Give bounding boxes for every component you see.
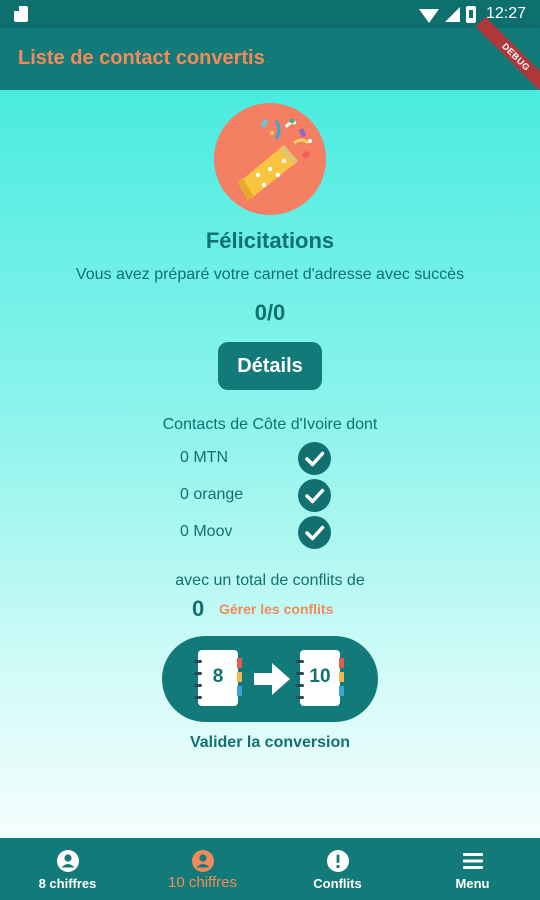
alert-circle-icon bbox=[327, 850, 349, 872]
operator-row-moov: 0 Moov bbox=[180, 515, 340, 549]
operator-label: 0 orange bbox=[180, 486, 244, 503]
from-digits: 8 bbox=[212, 666, 224, 687]
page-title: Liste de contact convertis bbox=[18, 47, 265, 69]
status-indicators: 12:27 bbox=[418, 4, 526, 24]
validate-conversion-button[interactable]: 8 10 bbox=[162, 636, 378, 722]
operator-label: 0 MTN bbox=[180, 449, 228, 466]
contacts-heading: Contacts de Côte d'Ivoire dont bbox=[162, 416, 378, 433]
party-popper-illustration bbox=[214, 103, 326, 215]
nav-item-10-chiffres[interactable]: 10 chiffres bbox=[135, 838, 270, 900]
menu-icon bbox=[463, 853, 483, 869]
wifi-icon bbox=[418, 9, 439, 23]
check-circle-icon bbox=[298, 516, 331, 549]
congratulations-heading: Félicitations bbox=[205, 228, 335, 253]
conflicts-summary: avec un total de conflits de bbox=[175, 572, 365, 589]
operator-row-mtn: 0 MTN bbox=[180, 441, 340, 475]
check-circle-icon bbox=[298, 479, 331, 512]
bottom-navigation: 8 chiffres 10 chiffres Conflits Menu bbox=[0, 838, 540, 900]
nav-label: 8 chiffres bbox=[38, 876, 97, 891]
account-circle-icon bbox=[192, 850, 214, 872]
success-message: Vous avez préparé votre carnet d'adresse… bbox=[75, 266, 465, 283]
check-circle-icon bbox=[298, 442, 331, 475]
conflict-count: 0 bbox=[192, 596, 205, 621]
arrow-right-icon bbox=[254, 663, 290, 695]
validate-conversion-label[interactable]: Valider la conversion bbox=[0, 734, 540, 752]
to-digits: 10 bbox=[309, 666, 331, 687]
converted-count: 0/0 bbox=[254, 300, 286, 325]
account-circle-icon bbox=[57, 850, 79, 872]
nav-label: 10 chiffres bbox=[168, 874, 237, 891]
nav-label: Menu bbox=[455, 876, 490, 891]
operator-row-orange: 0 orange bbox=[180, 478, 340, 512]
app-bar: Liste de contact convertis DEBUG bbox=[0, 16, 540, 98]
operator-label: 0 Moov bbox=[180, 523, 233, 540]
nav-item-8-chiffres[interactable]: 8 chiffres bbox=[0, 838, 135, 900]
sd-card-icon bbox=[14, 6, 28, 22]
clock: 12:27 bbox=[485, 5, 526, 22]
signal-icon bbox=[444, 6, 460, 22]
party-popper-icon bbox=[238, 118, 312, 201]
main-content: Félicitations Vous avez préparé votre ca… bbox=[0, 90, 540, 838]
nav-item-menu[interactable]: Menu bbox=[405, 838, 540, 900]
notebook-10-digits-icon: 10 bbox=[296, 650, 344, 706]
status-bar: 12:27 bbox=[0, 0, 540, 28]
details-button[interactable]: Détails bbox=[218, 342, 322, 390]
nav-item-conflits[interactable]: Conflits bbox=[270, 838, 405, 900]
battery-icon bbox=[465, 5, 476, 23]
manage-conflicts-link[interactable]: Gérer les conflits bbox=[219, 601, 333, 617]
nav-label: Conflits bbox=[313, 876, 362, 891]
notebook-8-digits-icon: 8 bbox=[194, 650, 242, 706]
debug-banner: DEBUG bbox=[475, 16, 540, 98]
